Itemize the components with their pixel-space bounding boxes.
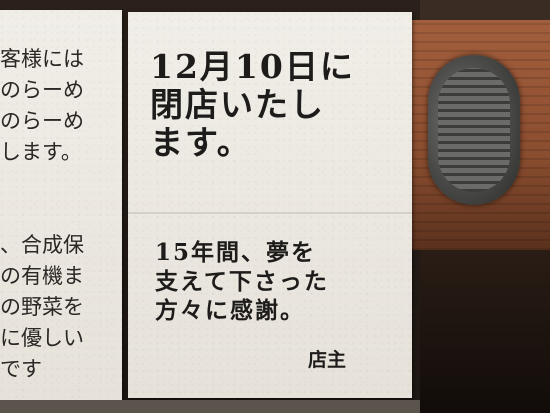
left-notice-line: します。: [0, 140, 82, 164]
shop-owner-signature: 店主: [308, 349, 347, 371]
closing-headline: 12月10日に 閉店いたし ます。: [150, 48, 405, 162]
shelf-edge: [0, 400, 420, 413]
closing-headline-line: 12月10日に: [150, 47, 355, 86]
left-notice-line: 客様には: [0, 47, 84, 71]
closing-message-line: 支えて下さった: [155, 268, 329, 295]
closing-message-line: 方々に感謝。: [155, 297, 305, 324]
ceiling-strip: [420, 0, 550, 22]
left-notice-text: 客様には のらーめ のらーめ します。 、合成保 の有機ま の野菜を に優しい …: [0, 44, 120, 385]
closing-message-line: 15年間、夢を: [155, 239, 317, 266]
left-notice-gap: [0, 168, 120, 230]
left-notice-line: です: [0, 357, 42, 381]
left-notice-line: に優しい: [0, 326, 84, 350]
dark-wall-area: [420, 250, 550, 413]
left-notice-line: のらーめ: [0, 109, 84, 133]
left-notice-line: 、合成保: [0, 233, 84, 257]
closing-headline-line: ます。: [150, 123, 252, 162]
air-vent-slats: [438, 68, 510, 192]
left-notice-line: の有機ま: [0, 264, 84, 288]
closing-headline-line: 閉店いたし: [150, 85, 325, 124]
closing-message: 15年間、夢を 支えて下さった 方々に感謝。: [155, 238, 405, 325]
paper-fold-line: [128, 212, 412, 214]
left-notice-line: の野菜を: [0, 295, 84, 319]
left-notice-line: のらーめ: [0, 78, 84, 102]
